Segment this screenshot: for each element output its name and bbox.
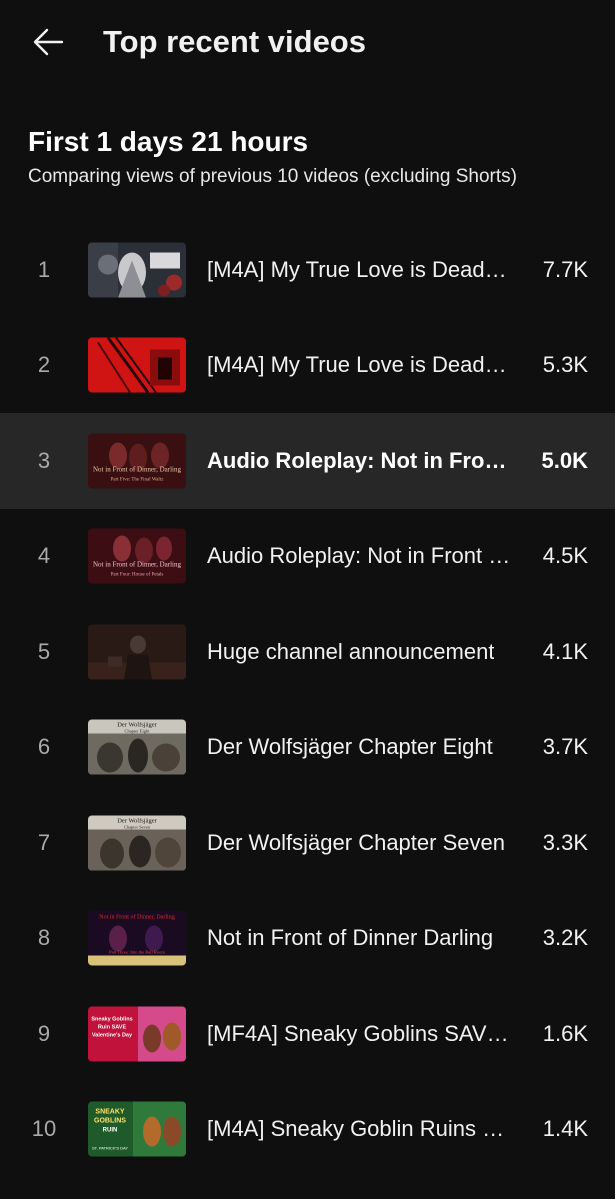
video-title[interactable]: Not in Front of Dinner Darling <box>207 925 493 951</box>
video-views: 3.3K <box>542 829 588 855</box>
thumbnail-text: Valentine's Day <box>92 1032 133 1038</box>
video-row[interactable]: 7 Der Wolfsjäger Chapter Seven Der Wolfs… <box>0 795 615 891</box>
thumbnail-text: Not in Front of Dinner, Darling <box>99 914 174 921</box>
video-rank: 10 <box>31 1116 57 1142</box>
video-rank: 4 <box>37 543 51 569</box>
video-views: 3.2K <box>542 925 588 951</box>
video-row[interactable]: 4 Not in Front of Dinner, Darling Part F… <box>0 509 615 605</box>
video-rank: 3 <box>37 447 51 473</box>
video-title[interactable]: Audio Roleplay: Not in Front of Dinner, … <box>207 543 512 569</box>
video-rank: 1 <box>37 256 51 282</box>
video-rank: 9 <box>37 1020 51 1046</box>
video-row[interactable]: 8 Not in Front of Dinner, Darling Part T… <box>0 891 615 987</box>
thumbnail-text: Der Wolfsjäger <box>117 722 157 729</box>
thumbnail-text: Ruin SAVE <box>98 1024 127 1030</box>
video-thumbnail: Not in Front of Dinner, Darling Part Fiv… <box>88 433 186 489</box>
video-views: 1.4K <box>542 1116 588 1142</box>
video-title[interactable]: Audio Roleplay: Not in Front of Dinner, … <box>207 448 512 474</box>
video-title[interactable]: [MF4A] Sneaky Goblins SAVE Valentine's D… <box>207 1021 512 1047</box>
thumbnail-text: Not in Front of Dinner, Darling <box>93 465 181 473</box>
thumbnail-text: Sneaky Goblins <box>91 1016 132 1022</box>
video-thumbnail: Der Wolfsjäger Chapter Seven <box>88 815 186 871</box>
video-views: 5.3K <box>542 352 588 378</box>
section-subtitle: Comparing views of previous 10 videos (e… <box>28 166 517 187</box>
thumbnail-text: Chapter Seven <box>124 824 151 829</box>
arrow-left-icon <box>33 28 64 56</box>
thumbnail-text: Part Four: House of Petals <box>111 573 164 578</box>
thumbnail-text: SNEAKY <box>95 1109 125 1116</box>
thumbnail-text: Part Five: The Final Waltz <box>111 477 165 482</box>
video-title[interactable]: [M4A] My True Love is Dead (Yandere Mons… <box>207 352 512 378</box>
video-views: 4.1K <box>542 638 588 664</box>
back-button[interactable] <box>24 18 72 66</box>
video-title[interactable]: Der Wolfsjäger Chapter Seven <box>207 830 505 856</box>
video-title[interactable]: [M4A] Sneaky Goblin Ruins St. Patrick's … <box>207 1116 512 1142</box>
page-title: Top recent videos <box>103 24 366 59</box>
thumbnail-text: Part Three: Into the Ball Room <box>109 950 165 955</box>
video-row[interactable]: 10 SNEAKY GOBLINS RUIN ST. PATRICK'S DAY… <box>0 1082 615 1178</box>
thumbnail-text: GOBLINS <box>94 1118 126 1125</box>
video-views: 3.7K <box>542 734 588 760</box>
video-row[interactable]: 1 [M4A] My True Love is Dead (Yandere Mo… <box>0 222 615 318</box>
video-thumbnail: Not in Front of Dinner, Darling Part Fou… <box>88 528 186 584</box>
video-thumbnail <box>88 337 186 393</box>
video-rank: 5 <box>37 638 51 664</box>
app-screen: Top recent videos First 1 days 21 hours … <box>0 0 615 1199</box>
video-thumbnail: Sneaky Goblins Ruin SAVE Valentine's Day <box>88 1006 186 1062</box>
video-row[interactable]: 9 Sneaky Goblins Ruin SAVE Valentine's D… <box>0 986 615 1082</box>
video-views: 4.5K <box>542 543 588 569</box>
video-thumbnail <box>88 624 186 680</box>
video-thumbnail: Der Wolfsjäger Chapter Eight <box>88 719 186 775</box>
video-row-selected[interactable]: 3 Not in Front of Dinner, Darling Part F… <box>0 413 615 509</box>
video-views: 1.6K <box>542 1020 588 1046</box>
video-rank: 6 <box>37 734 51 760</box>
video-thumbnail <box>88 242 186 298</box>
video-title[interactable]: Huge channel announcement <box>207 639 494 665</box>
section-title: First 1 days 21 hours <box>28 126 309 157</box>
video-thumbnail: SNEAKY GOBLINS RUIN ST. PATRICK'S DAY <box>88 1101 186 1157</box>
thumbnail-text: Der Wolfsjäger <box>117 817 157 824</box>
video-rank: 2 <box>37 352 51 378</box>
top-bar: Top recent videos <box>0 0 615 88</box>
video-rank: 7 <box>37 829 51 855</box>
video-views: 7.7K <box>542 256 588 282</box>
video-title[interactable]: Der Wolfsjäger Chapter Eight <box>207 734 493 760</box>
thumbnail-text: RUIN <box>103 1128 118 1134</box>
video-rank: 8 <box>37 925 51 951</box>
video-row[interactable]: 2 [M4A] My True Love is Dead (Yandere Mo… <box>0 318 615 414</box>
video-thumbnail: Not in Front of Dinner, Darling Part Thr… <box>88 910 186 966</box>
thumbnail-text: Chapter Eight <box>124 729 150 734</box>
video-list: 1 [M4A] My True Love is Dead (Yandere Mo… <box>0 222 615 1177</box>
video-title[interactable]: [M4A] My True Love is Dead (Yandere Mons… <box>207 257 512 283</box>
video-views: 5.0K <box>541 447 588 473</box>
video-row[interactable]: 5 Huge channel announcement 4.1K <box>0 604 615 700</box>
video-row[interactable]: 6 Der Wolfsjäger Chapter Eight Der Wolfs… <box>0 700 615 796</box>
thumbnail-text: ST. PATRICK'S DAY <box>92 1146 128 1151</box>
thumbnail-text: Not in Front of Dinner, Darling <box>93 561 181 569</box>
